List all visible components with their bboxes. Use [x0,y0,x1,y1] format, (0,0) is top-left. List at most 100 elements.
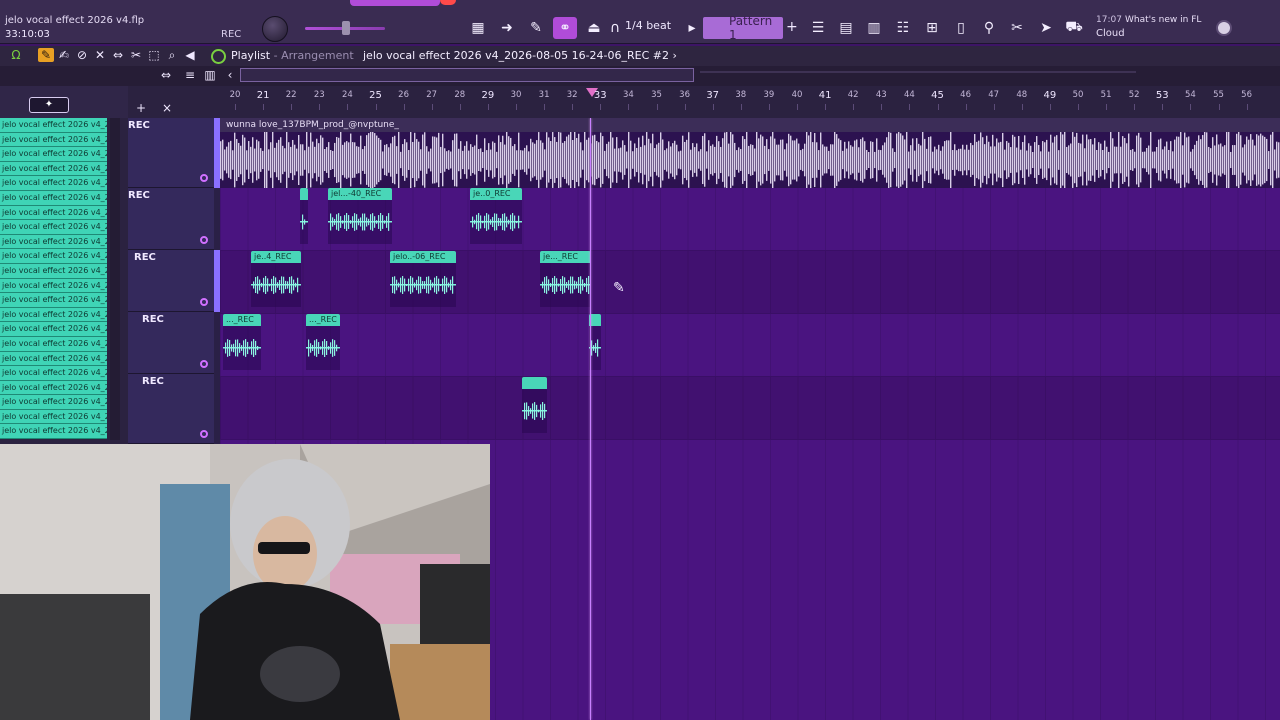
channel-item[interactable]: jelo vocal effect 2026 v4_2... [0,132,107,148]
channel-item[interactable]: jelo vocal effect 2026 v4_2... [0,293,107,308]
channel-item[interactable]: jelo vocal effect 2026 v4_2... [0,366,107,381]
master-volume-knob[interactable] [262,16,288,42]
waveform-sample [516,150,518,170]
track-record-dot-icon[interactable] [200,236,208,244]
globe-icon[interactable] [1216,20,1232,36]
audio-clip[interactable]: je..4_REC [251,251,301,307]
audio-clip[interactable]: ..._REC [223,314,261,370]
channel-item[interactable]: jelo vocal effect 2026 v4_2... [0,424,107,440]
timeline-ruler[interactable]: 20 21 22 23 24 25 26 27 28 29 30 31 32 33 34 35 36 37 38 39… [220,86,1280,118]
channel-item[interactable]: jelo vocal effect 2026 v4_2... [0,307,107,323]
audio-clip[interactable]: jelo..-06_REC [390,251,456,307]
channel-item[interactable]: jelo vocal effect 2026 v4_2... [0,263,107,279]
audio-clip[interactable]: ..._REC [306,314,340,370]
channel-item[interactable]: jelo vocal effect 2026 v4_2... [0,278,107,294]
track-record-dot-icon[interactable] [200,298,208,306]
audio-clip[interactable] [522,377,547,433]
clip-waveform-sample [490,219,492,225]
scroll-left-icon[interactable]: ‹ [222,68,238,82]
channel-item[interactable]: jelo vocal effect 2026 v4_2... [0,409,107,425]
track-record-dot-icon[interactable] [200,360,208,368]
channel-item[interactable]: jelo vocal effect 2026 v4_2... [0,336,107,352]
waveform-sample [400,151,402,169]
add-pattern-button[interactable]: + [786,19,798,35]
channel-item[interactable]: jelo vocal effect 2026 v4_2... [0,147,107,162]
track-header-3[interactable]: REC [128,250,220,312]
audio-clip[interactable]: je..0_REC [470,188,522,244]
slider-thumb[interactable] [342,21,350,35]
channel-item[interactable]: jelo vocal effect 2026 v4_2... [0,190,107,206]
snap-selector[interactable]: 1/4 beat [625,19,671,32]
track-header-4[interactable]: REC [128,312,220,374]
playback-tool-icon[interactable]: ◀ [182,48,198,62]
track-record-dot-icon[interactable] [200,430,208,438]
track-header-1[interactable]: REC [128,118,220,188]
keyboard-icon[interactable]: ▦ [466,17,490,39]
cart-icon[interactable]: ⛟ [1062,17,1086,39]
magnet-icon[interactable]: ∩ [608,17,622,39]
audio-clip[interactable]: jel...-40_REC [328,188,392,244]
channel-item[interactable]: jelo vocal effect 2026 v4_2... [0,351,107,367]
playlist-icon[interactable]: ☰ [806,17,830,39]
pencil-icon[interactable]: ✎ [524,17,548,39]
track-header-2[interactable]: REC [128,188,220,250]
channel-item[interactable]: jelo vocal effect 2026 v4_2... [0,395,107,410]
file-icon[interactable]: ▯ [949,17,973,39]
channel-item[interactable]: jelo vocal effect 2026 v4_2... [0,220,107,235]
link-icon[interactable]: ⚭ [553,17,577,39]
channel-group-selector[interactable]: ✦ [29,97,69,113]
tools-icon[interactable]: ✂ [1005,17,1029,39]
zoom-tool-icon[interactable]: ⌕ [164,48,180,63]
news-title[interactable]: What's new in FL [1125,15,1201,25]
waveform-sample [896,133,898,187]
channel-item[interactable]: jelo vocal effect 2026 v4_2... [0,322,107,337]
track-lane-5[interactable] [220,377,1280,440]
audio-clip[interactable]: je..._REC [540,251,591,307]
breadcrumb-chevron[interactable]: › [673,49,677,62]
play-pattern-icon[interactable]: ▸ [685,17,699,39]
channel-item[interactable]: jelo vocal effect 2026 v4_2... [0,234,107,250]
channel-rack-icon[interactable]: ▥ [862,17,886,39]
news-subtitle[interactable]: Cloud [1096,28,1125,39]
channel-item[interactable]: jelo vocal effect 2026 v4_2... [0,380,107,396]
playlist-play-icon[interactable] [211,49,226,64]
playhead-line[interactable] [590,118,591,720]
mute-tool-icon[interactable]: ✕ [92,48,108,62]
channel-list-scrollbar[interactable] [110,118,120,440]
track-lane-4[interactable] [220,314,1280,377]
arrow-right-icon[interactable]: ➜ [495,17,519,39]
overview-strip[interactable] [240,68,694,82]
track-header-5[interactable]: REC [128,374,220,444]
track-lane-3[interactable] [220,251,1280,314]
delete-tool-icon[interactable]: ⊘ [74,48,90,62]
snap-icon[interactable]: ≡ [182,68,198,82]
slip-tool-icon[interactable]: ⇔ [110,48,126,62]
playlist-overview[interactable]: ⇔ ≡ ▥ ‹ [0,66,1280,86]
channel-item[interactable]: jelo vocal effect 2026 v4_2... [0,176,107,191]
draw-tool-icon[interactable]: ✎ [38,48,54,62]
waveform-sample [852,146,854,174]
add-track-button[interactable]: + [136,101,146,115]
arrow-icon[interactable]: ➤ [1034,17,1058,39]
plugin-icon[interactable]: ⚲ [977,17,1001,39]
zoom-fit-icon[interactable]: ⇔ [158,68,174,82]
record-indicator[interactable] [440,0,456,5]
select-tool-icon[interactable]: ⬚ [146,48,162,62]
audio-clip[interactable] [300,188,308,244]
track-record-dot-icon[interactable] [200,174,208,182]
audio-clip-track[interactable]: wunna love_137BPM_prod_@nvptune_ [220,118,1280,188]
headphones-icon[interactable]: Ω [8,48,24,62]
paint-tool-icon[interactable]: ✍ [56,48,72,62]
browser-icon[interactable]: ⊞ [920,17,944,39]
channel-item[interactable]: jelo vocal effect 2026 v4_2... [0,118,107,133]
slice-tool-icon[interactable]: ✂ [128,48,144,62]
grid-icon[interactable]: ▥ [202,68,218,82]
piano-roll-icon[interactable]: ▤ [834,17,858,39]
pattern-selector[interactable]: Pattern 1 [703,14,783,42]
channel-item[interactable]: jelo vocal effect 2026 v4_2... [0,205,107,221]
mixer-icon[interactable]: ☷ [891,17,915,39]
channel-item[interactable]: jelo vocal effect 2026 v4_2... [0,249,107,264]
close-track-button[interactable]: × [162,101,172,115]
metronome-icon[interactable]: ⏏ [582,17,606,39]
channel-item[interactable]: jelo vocal effect 2026 v4_2... [0,161,107,177]
